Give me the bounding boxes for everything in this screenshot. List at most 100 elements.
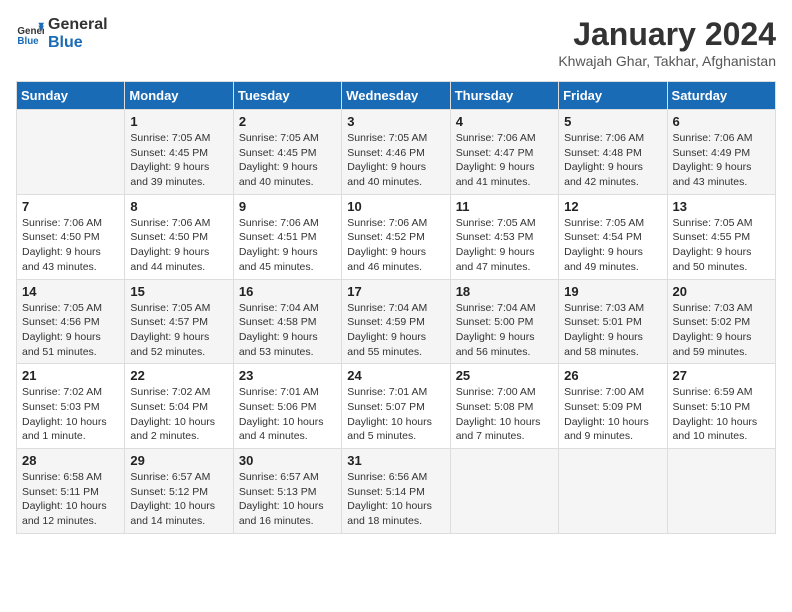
day-info: Sunrise: 7:00 AM Sunset: 5:08 PM Dayligh… (456, 385, 553, 444)
day-number: 25 (456, 368, 553, 383)
day-number: 24 (347, 368, 444, 383)
day-number: 8 (130, 199, 227, 214)
day-number: 31 (347, 453, 444, 468)
logo-icon: General Blue (16, 20, 44, 48)
day-number: 7 (22, 199, 119, 214)
title-block: January 2024 Khwajah Ghar, Takhar, Afgha… (558, 16, 776, 69)
day-number: 16 (239, 284, 336, 299)
day-number: 13 (673, 199, 770, 214)
page-header: General Blue General Blue January 2024 K… (16, 16, 776, 69)
calendar-cell: 10 Sunrise: 7:06 AM Sunset: 4:52 PM Dayli… (342, 194, 450, 279)
day-number: 6 (673, 114, 770, 129)
day-number: 18 (456, 284, 553, 299)
day-info: Sunrise: 7:00 AM Sunset: 5:09 PM Dayligh… (564, 385, 661, 444)
day-info: Sunrise: 7:06 AM Sunset: 4:50 PM Dayligh… (22, 216, 119, 275)
calendar-cell: 27 Sunrise: 6:59 AM Sunset: 5:10 PM Dayli… (667, 364, 775, 449)
calendar-cell: 24Sunrise: 7:01 AM Sunset: 5:07 PM Dayli… (342, 364, 450, 449)
day-number: 17 (347, 284, 444, 299)
calendar-cell (17, 110, 125, 195)
calendar-cell: 18Sunrise: 7:04 AM Sunset: 5:00 PM Dayli… (450, 279, 558, 364)
calendar-cell (559, 449, 667, 534)
day-number: 26 (564, 368, 661, 383)
header-tuesday: Tuesday (233, 82, 341, 110)
calendar-cell: 14 Sunrise: 7:05 AM Sunset: 4:56 PM Dayli… (17, 279, 125, 364)
header-wednesday: Wednesday (342, 82, 450, 110)
calendar-subtitle: Khwajah Ghar, Takhar, Afghanistan (558, 53, 776, 69)
calendar-cell: 28Sunrise: 6:58 AM Sunset: 5:11 PM Dayli… (17, 449, 125, 534)
day-number: 1 (130, 114, 227, 129)
week-row-3: 14 Sunrise: 7:05 AM Sunset: 4:56 PM Dayli… (17, 279, 776, 364)
header-sunday: Sunday (17, 82, 125, 110)
day-info: Sunrise: 7:05 AM Sunset: 4:56 PM Dayligh… (22, 301, 119, 360)
day-info: Sunrise: 7:04 AM Sunset: 4:58 PM Dayligh… (239, 301, 336, 360)
day-info: Sunrise: 7:02 AM Sunset: 5:04 PM Dayligh… (130, 385, 227, 444)
day-info: Sunrise: 7:01 AM Sunset: 5:06 PM Dayligh… (239, 385, 336, 444)
week-row-5: 28Sunrise: 6:58 AM Sunset: 5:11 PM Dayli… (17, 449, 776, 534)
day-number: 14 (22, 284, 119, 299)
svg-text:Blue: Blue (17, 35, 39, 46)
day-info: Sunrise: 7:06 AM Sunset: 4:47 PM Dayligh… (456, 131, 553, 190)
day-number: 10 (347, 199, 444, 214)
day-info: Sunrise: 6:59 AM Sunset: 5:10 PM Dayligh… (673, 385, 770, 444)
calendar-cell: 5Sunrise: 7:06 AM Sunset: 4:48 PM Daylig… (559, 110, 667, 195)
calendar-cell: 25 Sunrise: 7:00 AM Sunset: 5:08 PM Dayli… (450, 364, 558, 449)
day-info: Sunrise: 7:06 AM Sunset: 4:49 PM Dayligh… (673, 131, 770, 190)
day-info: Sunrise: 6:57 AM Sunset: 5:12 PM Dayligh… (130, 470, 227, 529)
week-row-2: 7 Sunrise: 7:06 AM Sunset: 4:50 PM Daylig… (17, 194, 776, 279)
day-info: Sunrise: 7:05 AM Sunset: 4:57 PM Dayligh… (130, 301, 227, 360)
day-number: 27 (673, 368, 770, 383)
header-saturday: Saturday (667, 82, 775, 110)
calendar-cell: 26 Sunrise: 7:00 AM Sunset: 5:09 PM Dayli… (559, 364, 667, 449)
day-number: 9 (239, 199, 336, 214)
day-info: Sunrise: 7:05 AM Sunset: 4:45 PM Dayligh… (239, 131, 336, 190)
calendar-cell: 2 Sunrise: 7:05 AM Sunset: 4:45 PM Daylig… (233, 110, 341, 195)
day-info: Sunrise: 7:03 AM Sunset: 5:02 PM Dayligh… (673, 301, 770, 360)
calendar-cell: 22 Sunrise: 7:02 AM Sunset: 5:04 PM Dayli… (125, 364, 233, 449)
day-number: 29 (130, 453, 227, 468)
day-info: Sunrise: 7:06 AM Sunset: 4:52 PM Dayligh… (347, 216, 444, 275)
calendar-title: January 2024 (558, 16, 776, 53)
day-info: Sunrise: 7:06 AM Sunset: 4:50 PM Dayligh… (130, 216, 227, 275)
day-info: Sunrise: 7:05 AM Sunset: 4:53 PM Dayligh… (456, 216, 553, 275)
day-number: 19 (564, 284, 661, 299)
day-number: 23 (239, 368, 336, 383)
day-info: Sunrise: 6:57 AM Sunset: 5:13 PM Dayligh… (239, 470, 336, 529)
header-row: SundayMondayTuesdayWednesdayThursdayFrid… (17, 82, 776, 110)
calendar-cell: 9 Sunrise: 7:06 AM Sunset: 4:51 PM Daylig… (233, 194, 341, 279)
calendar-cell: 15 Sunrise: 7:05 AM Sunset: 4:57 PM Dayli… (125, 279, 233, 364)
day-info: Sunrise: 6:56 AM Sunset: 5:14 PM Dayligh… (347, 470, 444, 529)
day-number: 12 (564, 199, 661, 214)
day-number: 28 (22, 453, 119, 468)
week-row-4: 21Sunrise: 7:02 AM Sunset: 5:03 PM Dayli… (17, 364, 776, 449)
day-number: 3 (347, 114, 444, 129)
logo-line1: General (48, 16, 108, 34)
header-thursday: Thursday (450, 82, 558, 110)
calendar-cell: 16 Sunrise: 7:04 AM Sunset: 4:58 PM Dayli… (233, 279, 341, 364)
calendar-table: SundayMondayTuesdayWednesdayThursdayFrid… (16, 81, 776, 534)
calendar-cell: 19 Sunrise: 7:03 AM Sunset: 5:01 PM Dayli… (559, 279, 667, 364)
day-info: Sunrise: 7:03 AM Sunset: 5:01 PM Dayligh… (564, 301, 661, 360)
week-row-1: 1 Sunrise: 7:05 AM Sunset: 4:45 PM Daylig… (17, 110, 776, 195)
calendar-cell: 1Sunrise: 7:05 AM Sunset: 4:45 PM Daylig… (125, 110, 233, 195)
day-number: 20 (673, 284, 770, 299)
day-info: Sunrise: 7:02 AM Sunset: 5:03 PM Dayligh… (22, 385, 119, 444)
calendar-cell: 23 Sunrise: 7:01 AM Sunset: 5:06 PM Dayli… (233, 364, 341, 449)
day-number: 30 (239, 453, 336, 468)
calendar-cell (450, 449, 558, 534)
header-friday: Friday (559, 82, 667, 110)
calendar-cell: 7 Sunrise: 7:06 AM Sunset: 4:50 PM Daylig… (17, 194, 125, 279)
calendar-cell: 3Sunrise: 7:05 AM Sunset: 4:46 PM Daylig… (342, 110, 450, 195)
calendar-cell: 12Sunrise: 7:05 AM Sunset: 4:54 PM Dayli… (559, 194, 667, 279)
day-number: 22 (130, 368, 227, 383)
logo-line2: Blue (48, 34, 108, 52)
calendar-cell: 13 Sunrise: 7:05 AM Sunset: 4:55 PM Dayli… (667, 194, 775, 279)
calendar-cell: 29 Sunrise: 6:57 AM Sunset: 5:12 PM Dayli… (125, 449, 233, 534)
logo: General Blue General Blue (16, 16, 108, 51)
day-number: 15 (130, 284, 227, 299)
day-number: 5 (564, 114, 661, 129)
day-number: 11 (456, 199, 553, 214)
calendar-cell: 20 Sunrise: 7:03 AM Sunset: 5:02 PM Dayli… (667, 279, 775, 364)
day-number: 2 (239, 114, 336, 129)
day-info: Sunrise: 7:06 AM Sunset: 4:51 PM Dayligh… (239, 216, 336, 275)
day-info: Sunrise: 7:05 AM Sunset: 4:55 PM Dayligh… (673, 216, 770, 275)
